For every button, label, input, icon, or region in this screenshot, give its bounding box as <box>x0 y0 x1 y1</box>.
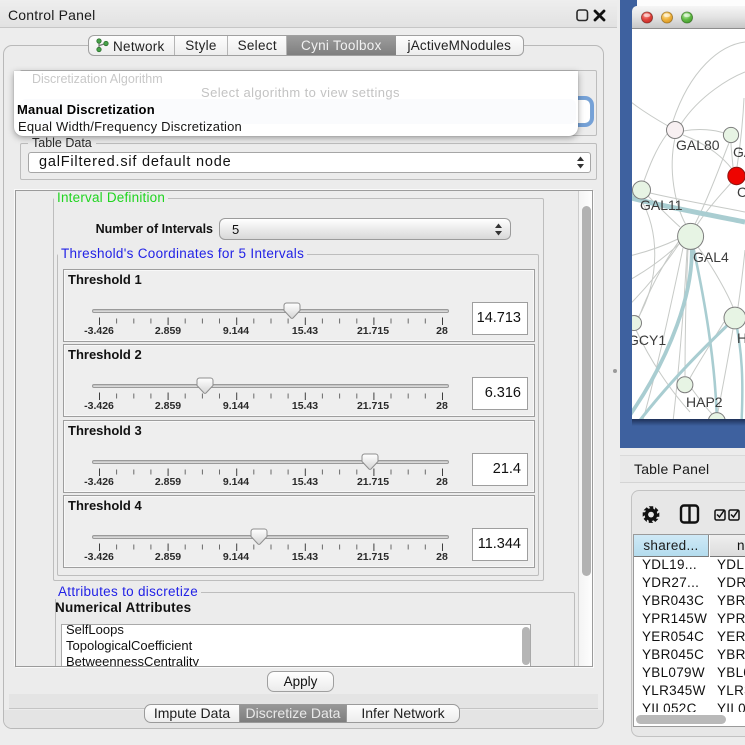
svg-text:CR: CR <box>737 184 745 200</box>
svg-text:GAL11: GAL11 <box>640 197 683 213</box>
svg-text:HI: HI <box>737 330 745 346</box>
svg-text:HAP2: HAP2 <box>686 394 723 410</box>
svg-text:GAL80: GAL80 <box>676 137 720 153</box>
svg-text:GAL7: GAL7 <box>733 144 745 160</box>
svg-text:GCY1: GCY1 <box>632 332 666 348</box>
svg-text:GAL4: GAL4 <box>693 249 729 265</box>
